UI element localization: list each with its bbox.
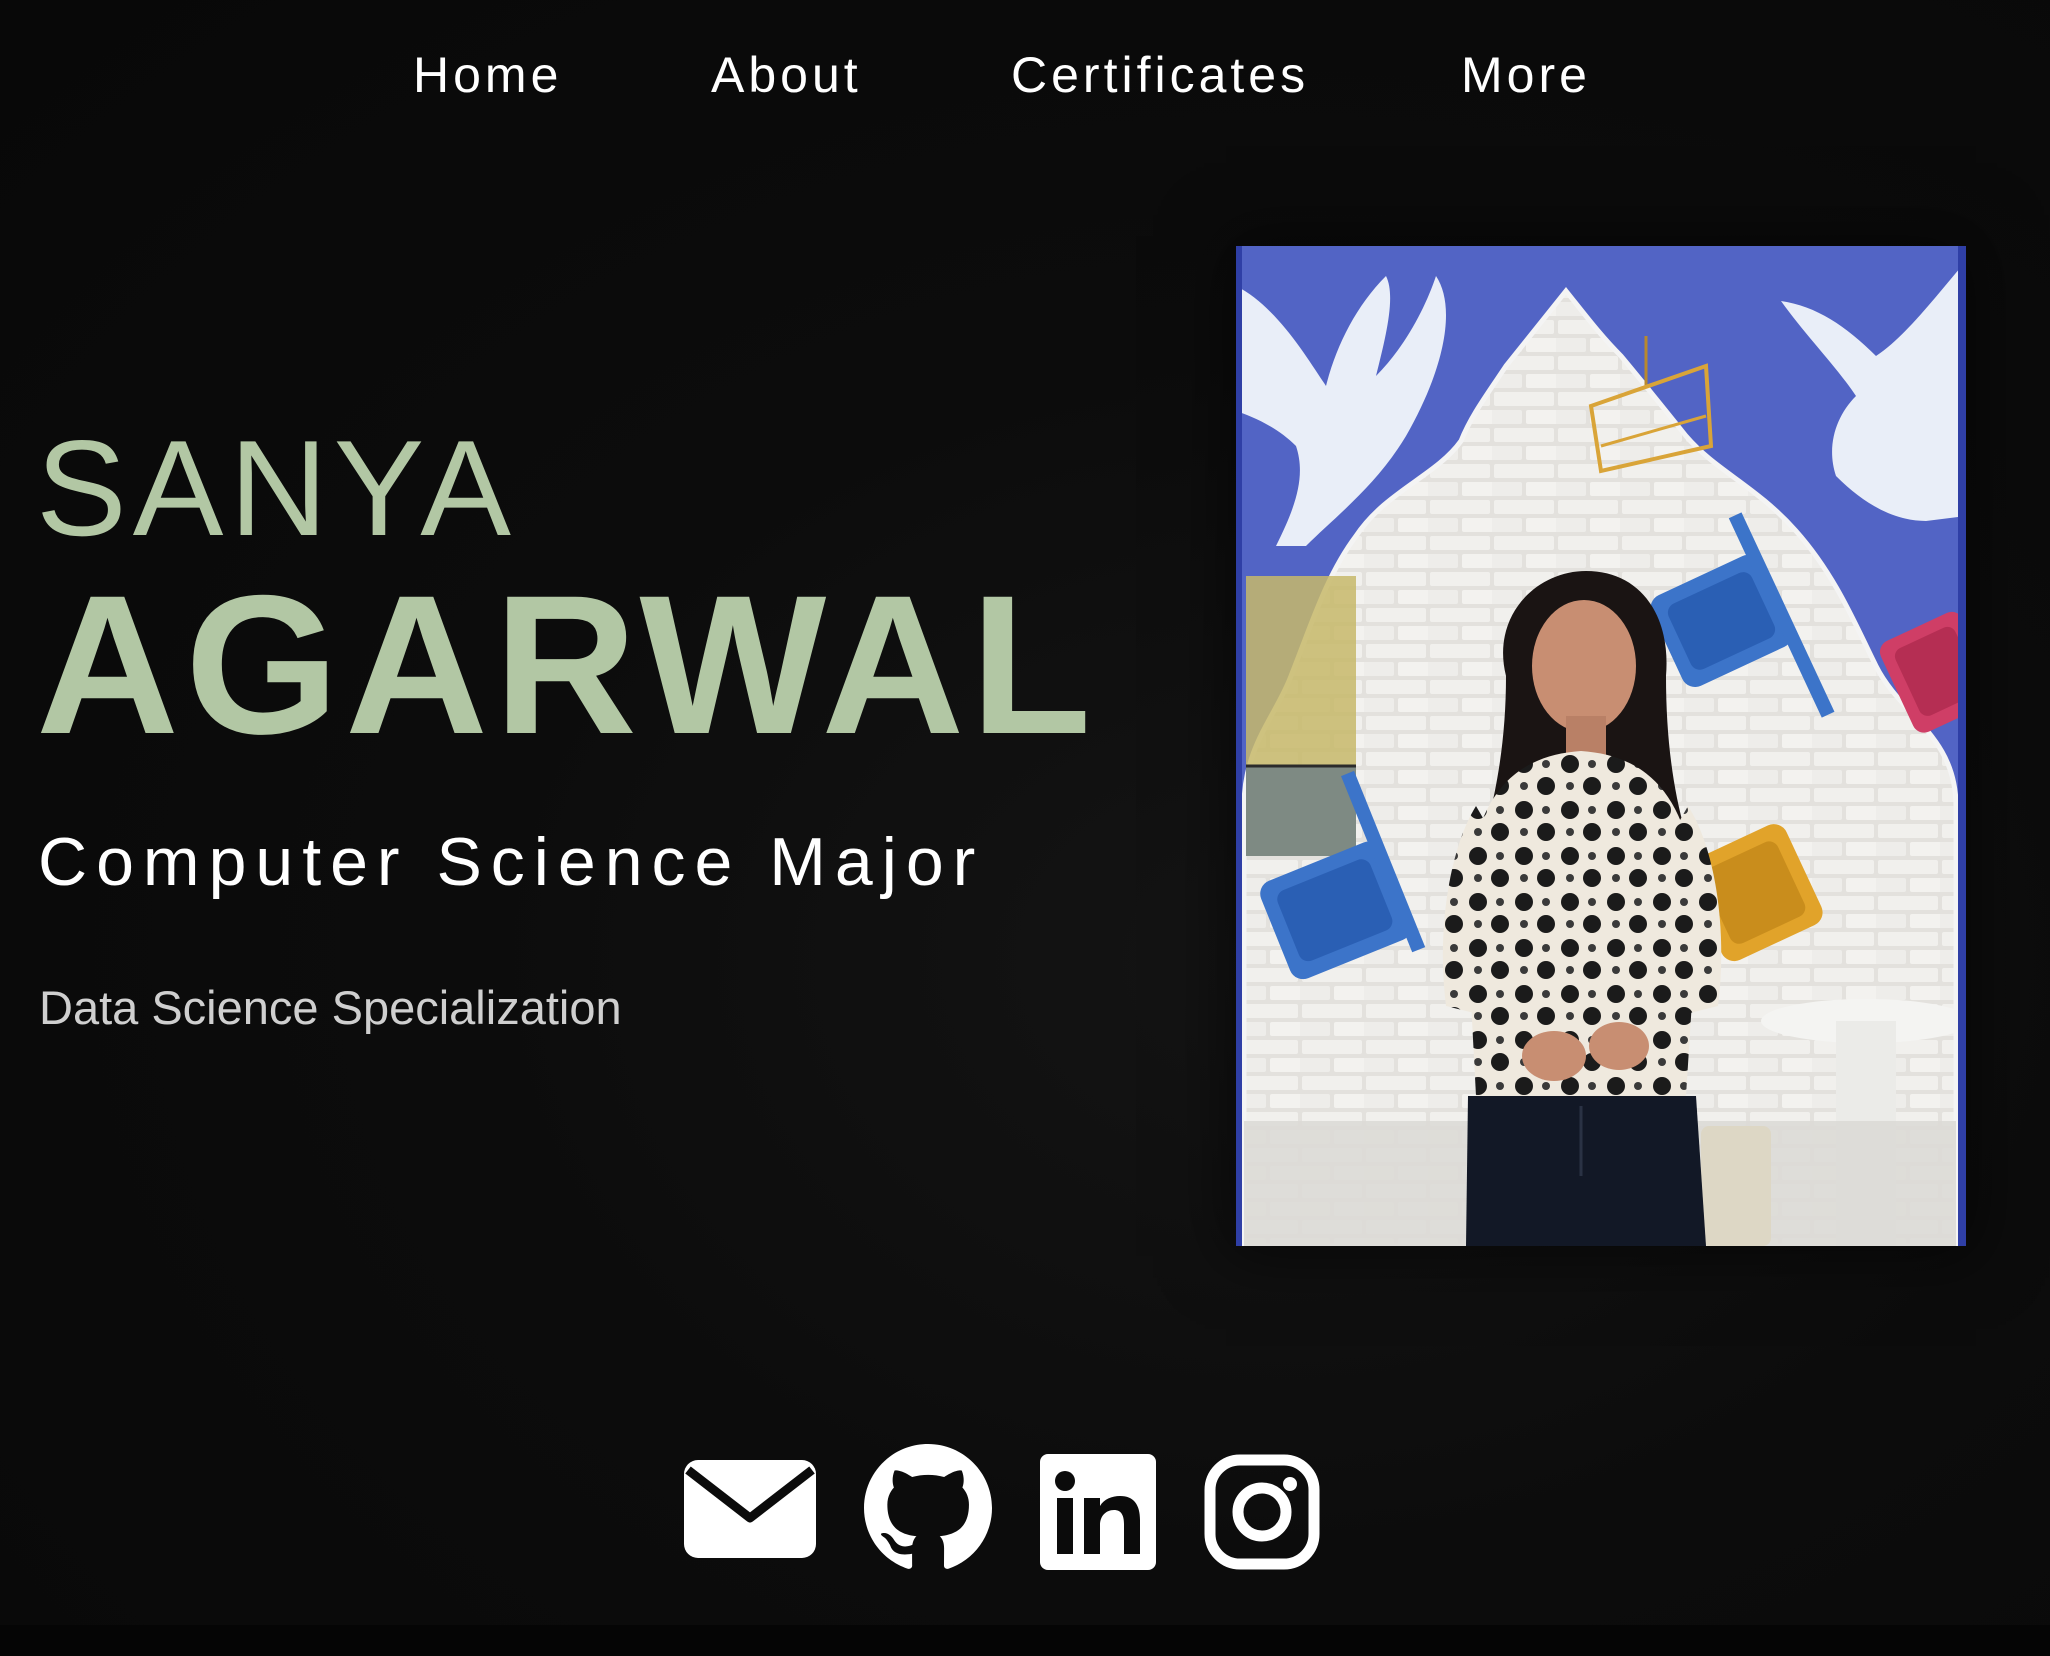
github-icon[interactable] bbox=[864, 1444, 992, 1577]
linkedin-icon[interactable] bbox=[1040, 1454, 1156, 1575]
hero-last-name: AGARWAL bbox=[36, 554, 1098, 775]
nav-home-link[interactable]: Home bbox=[413, 46, 562, 104]
instagram-icon[interactable] bbox=[1204, 1454, 1320, 1575]
page-footer-strip bbox=[0, 1625, 2050, 1656]
hero-first-name: SANYA bbox=[36, 412, 517, 564]
hero-subtitle: Data Science Specialization bbox=[39, 981, 622, 1034]
social-links bbox=[0, 1444, 2050, 1576]
hero-title: Computer Science Major bbox=[38, 824, 985, 900]
nav-more-link[interactable]: More bbox=[1461, 46, 1591, 104]
nav-about-link[interactable]: About bbox=[711, 46, 862, 104]
profile-photo bbox=[1236, 246, 1966, 1246]
nav-certificates-link[interactable]: Certificates bbox=[1011, 46, 1309, 104]
main-nav: Home About Certificates More bbox=[0, 46, 2050, 110]
mail-icon[interactable] bbox=[684, 1460, 816, 1563]
